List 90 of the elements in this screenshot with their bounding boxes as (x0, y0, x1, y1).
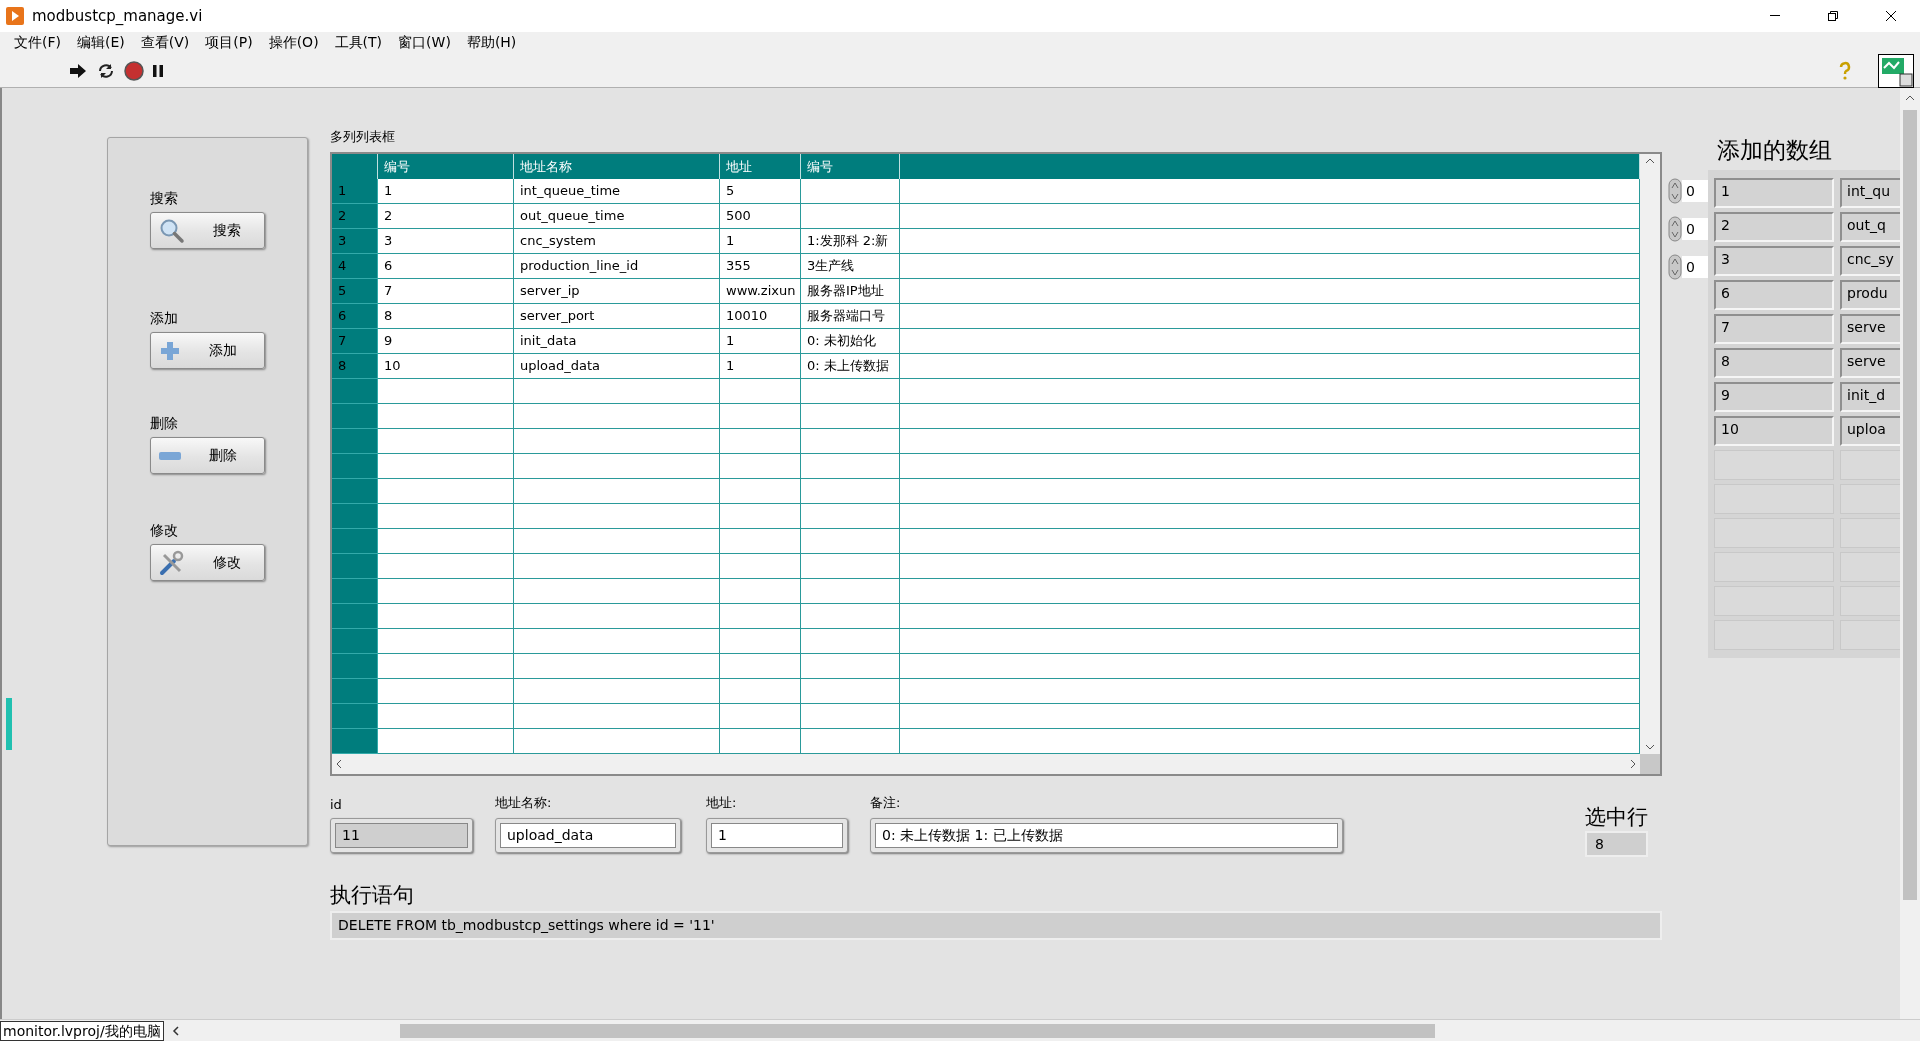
array-cell: init_d (1840, 382, 1900, 412)
table-cell: production_line_id (514, 254, 720, 279)
selected-row-indicator: 8 (1585, 831, 1648, 857)
input-field[interactable]: upload_data (495, 818, 681, 853)
table-cell: server_port (514, 304, 720, 329)
table-cell: 1 (378, 179, 514, 204)
row-header: 5 (332, 279, 378, 304)
row-header: 1 (332, 179, 378, 204)
array-cell: 6 (1714, 280, 1834, 310)
indicator-field: 11 (330, 818, 473, 853)
table-cell: upload_data (514, 354, 720, 379)
table-cell: 0: 未初始化 (801, 329, 900, 354)
table-cell: cnc_system (514, 229, 720, 254)
row-header: 3 (332, 229, 378, 254)
section-label: 添加 (150, 310, 178, 328)
array-cell: produ (1840, 280, 1900, 310)
column-header: 地址名称 (514, 154, 720, 179)
table-cell: server_ip (514, 279, 720, 304)
array-cell: out_q (1840, 212, 1900, 242)
array-cell: serve (1840, 348, 1900, 378)
array-cell: 8 (1714, 348, 1834, 378)
array-cell: 2 (1714, 212, 1834, 242)
column-header: 编号 (378, 154, 514, 179)
action-button[interactable]: 修改 (150, 544, 265, 581)
row-header: 8 (332, 354, 378, 379)
statement-label: 执行语句 (330, 882, 414, 909)
table-cell: 3生产线 (801, 254, 900, 279)
row-header: 2 (332, 204, 378, 229)
array-title: 添加的数组 (1717, 136, 1832, 165)
array-cell: cnc_sy (1840, 246, 1900, 276)
table-cell: 5 (720, 179, 801, 204)
column-header: 编号 (801, 154, 900, 179)
input-field[interactable]: 0: 未上传数据 1: 已上传数据 (870, 818, 1343, 853)
input-field[interactable]: 1 (706, 818, 848, 853)
section-label: 搜索 (150, 190, 178, 208)
menu-item[interactable]: 窗口(W) (390, 34, 459, 52)
menu-item[interactable]: 编辑(E) (69, 34, 133, 52)
table-cell: init_data (514, 329, 720, 354)
menu-item[interactable]: 帮助(H) (458, 34, 525, 52)
table-cell: 2 (378, 204, 514, 229)
action-button[interactable]: 删除 (150, 437, 265, 474)
menu-item[interactable]: 项目(P) (197, 34, 261, 52)
action-button[interactable]: 搜索 (150, 212, 265, 249)
array-cell: serve (1840, 314, 1900, 344)
array-cell: 10 (1714, 416, 1834, 446)
table-cell: www.zixun (720, 279, 801, 304)
selected-row-label: 选中行 (1585, 804, 1648, 831)
section-label: 删除 (150, 415, 178, 433)
table-cell: int_queue_time (514, 179, 720, 204)
table-cell: 3 (378, 229, 514, 254)
table-cell: 服务器IP地址 (801, 279, 900, 304)
row-header: 7 (332, 329, 378, 354)
menu-item[interactable]: 文件(F) (6, 34, 69, 52)
column-header: 地址 (720, 154, 801, 179)
field-label: id (330, 797, 342, 812)
table-label: 多列列表框 (330, 128, 395, 146)
table-cell: 0: 未上传数据 (801, 354, 900, 379)
action-button[interactable]: 添加 (150, 332, 265, 369)
table-cell: 6 (378, 254, 514, 279)
menu-item[interactable]: 操作(O) (260, 34, 327, 52)
field-label: 地址名称: (495, 794, 552, 812)
table-cell: 1 (720, 229, 801, 254)
array-cell: 3 (1714, 246, 1834, 276)
section-label: 修改 (150, 522, 178, 540)
field-label: 备注: (870, 794, 901, 812)
table-cell: 1:发那科 2:新 (801, 229, 900, 254)
field-label: 地址: (706, 794, 737, 812)
array-cell: uploa (1840, 416, 1900, 446)
array-cell: int_qu (1840, 178, 1900, 208)
project-path: monitor.lvproj/我的电脑 (0, 1020, 164, 1041)
table-cell: out_queue_time (514, 204, 720, 229)
row-header: 4 (332, 254, 378, 279)
menu-item[interactable]: 查看(V) (132, 34, 198, 52)
menu-item[interactable]: 工具(T) (326, 34, 391, 52)
table-cell: 8 (378, 304, 514, 329)
array-cell: 7 (1714, 314, 1834, 344)
table-cell: 1 (720, 329, 801, 354)
statement-indicator: DELETE FROM tb_modbustcp_settings where id = '11' (330, 911, 1662, 940)
table-cell: 7 (378, 279, 514, 304)
array-cell: 1 (1714, 178, 1834, 208)
table-cell: 9 (378, 329, 514, 354)
table-cell: 500 (720, 204, 801, 229)
table-cell: 355 (720, 254, 801, 279)
table-cell: 1 (720, 354, 801, 379)
row-header: 6 (332, 304, 378, 329)
window-title: modbustcp_manage.vi (32, 7, 204, 25)
table-cell: 10010 (720, 304, 801, 329)
table-cell: 10 (378, 354, 514, 379)
array-cell: 9 (1714, 382, 1834, 412)
table-cell: 服务器端口号 (801, 304, 900, 329)
